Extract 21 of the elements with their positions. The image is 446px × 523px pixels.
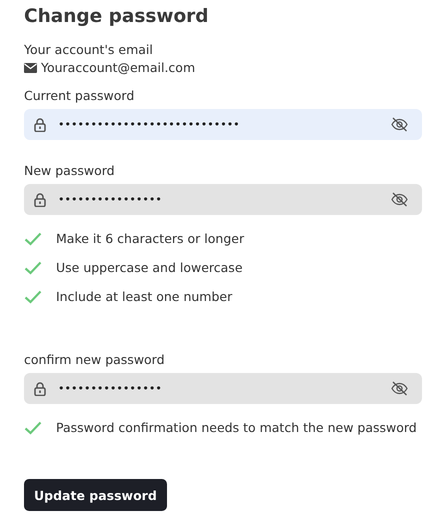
- email-address: Youraccount@email.com: [41, 60, 196, 75]
- eye-hidden-icon[interactable]: [391, 381, 408, 396]
- password-field[interactable]: ••••••••••••••••••••••••••••: [24, 109, 422, 140]
- lock-icon: [34, 118, 46, 132]
- password-field[interactable]: ••••••••••••••••: [24, 373, 422, 404]
- password-field[interactable]: ••••••••••••••••: [24, 184, 422, 215]
- email-label: Your account's email: [24, 42, 154, 57]
- requirement-text: Password confirmation needs to match the new password: [56, 420, 417, 435]
- update-password-button[interactable]: Update password: [24, 479, 167, 511]
- eye-hidden-icon[interactable]: [391, 117, 408, 132]
- field-label: New password: [24, 163, 115, 178]
- requirement-text: Use uppercase and lowercase: [56, 260, 243, 275]
- page-title: Change password: [24, 6, 210, 27]
- requirement-text: Make it 6 characters or longer: [56, 231, 244, 246]
- field-label: confirm new password: [24, 352, 165, 367]
- eye-hidden-icon[interactable]: [391, 192, 408, 207]
- lock-icon: [34, 192, 46, 206]
- envelope-icon: [24, 62, 37, 72]
- requirement-text: Include at least one number: [56, 289, 232, 304]
- lock-icon: [34, 382, 46, 396]
- field-label: Current password: [24, 88, 134, 103]
